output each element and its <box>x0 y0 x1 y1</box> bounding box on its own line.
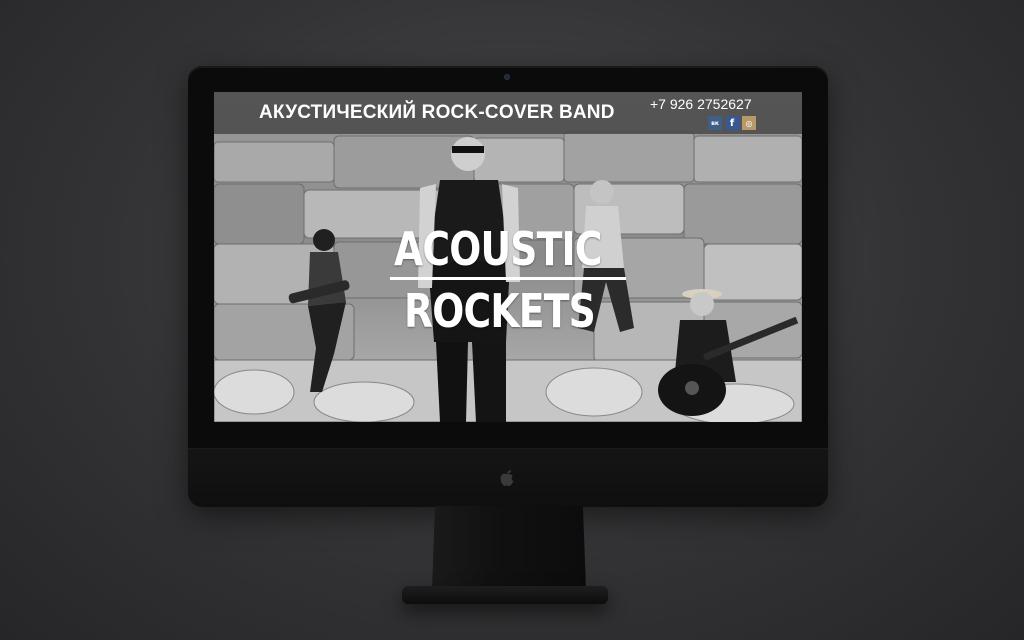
phone-number[interactable]: +7 926 2752627 <box>650 96 752 112</box>
monitor-chin <box>188 448 828 507</box>
social-links: вк f ◎ <box>708 116 756 130</box>
site-tagline: АКУСТИЧЕСКИЙ ROCK-COVER BAND <box>259 102 615 123</box>
site-header: АКУСТИЧЕСКИЙ ROCK-COVER BAND +7 926 2752… <box>214 92 802 134</box>
apple-logo-icon <box>500 470 514 486</box>
instagram-icon[interactable]: ◎ <box>742 116 756 130</box>
band-logo: ACOUSTIC ROCKETS <box>390 220 630 340</box>
website-screen: АКУСТИЧЕСКИЙ ROCK-COVER BAND +7 926 2752… <box>214 92 802 422</box>
webcam <box>504 74 510 80</box>
monitor-stand-base <box>402 586 608 604</box>
vk-icon[interactable]: вк <box>708 116 722 130</box>
facebook-icon[interactable]: f <box>725 116 739 130</box>
monitor-stand <box>432 506 586 588</box>
logo-line-rockets: ROCKETS <box>404 284 596 338</box>
logo-line-acoustic: ACOUSTIC <box>394 222 602 276</box>
logo-divider <box>390 277 626 280</box>
